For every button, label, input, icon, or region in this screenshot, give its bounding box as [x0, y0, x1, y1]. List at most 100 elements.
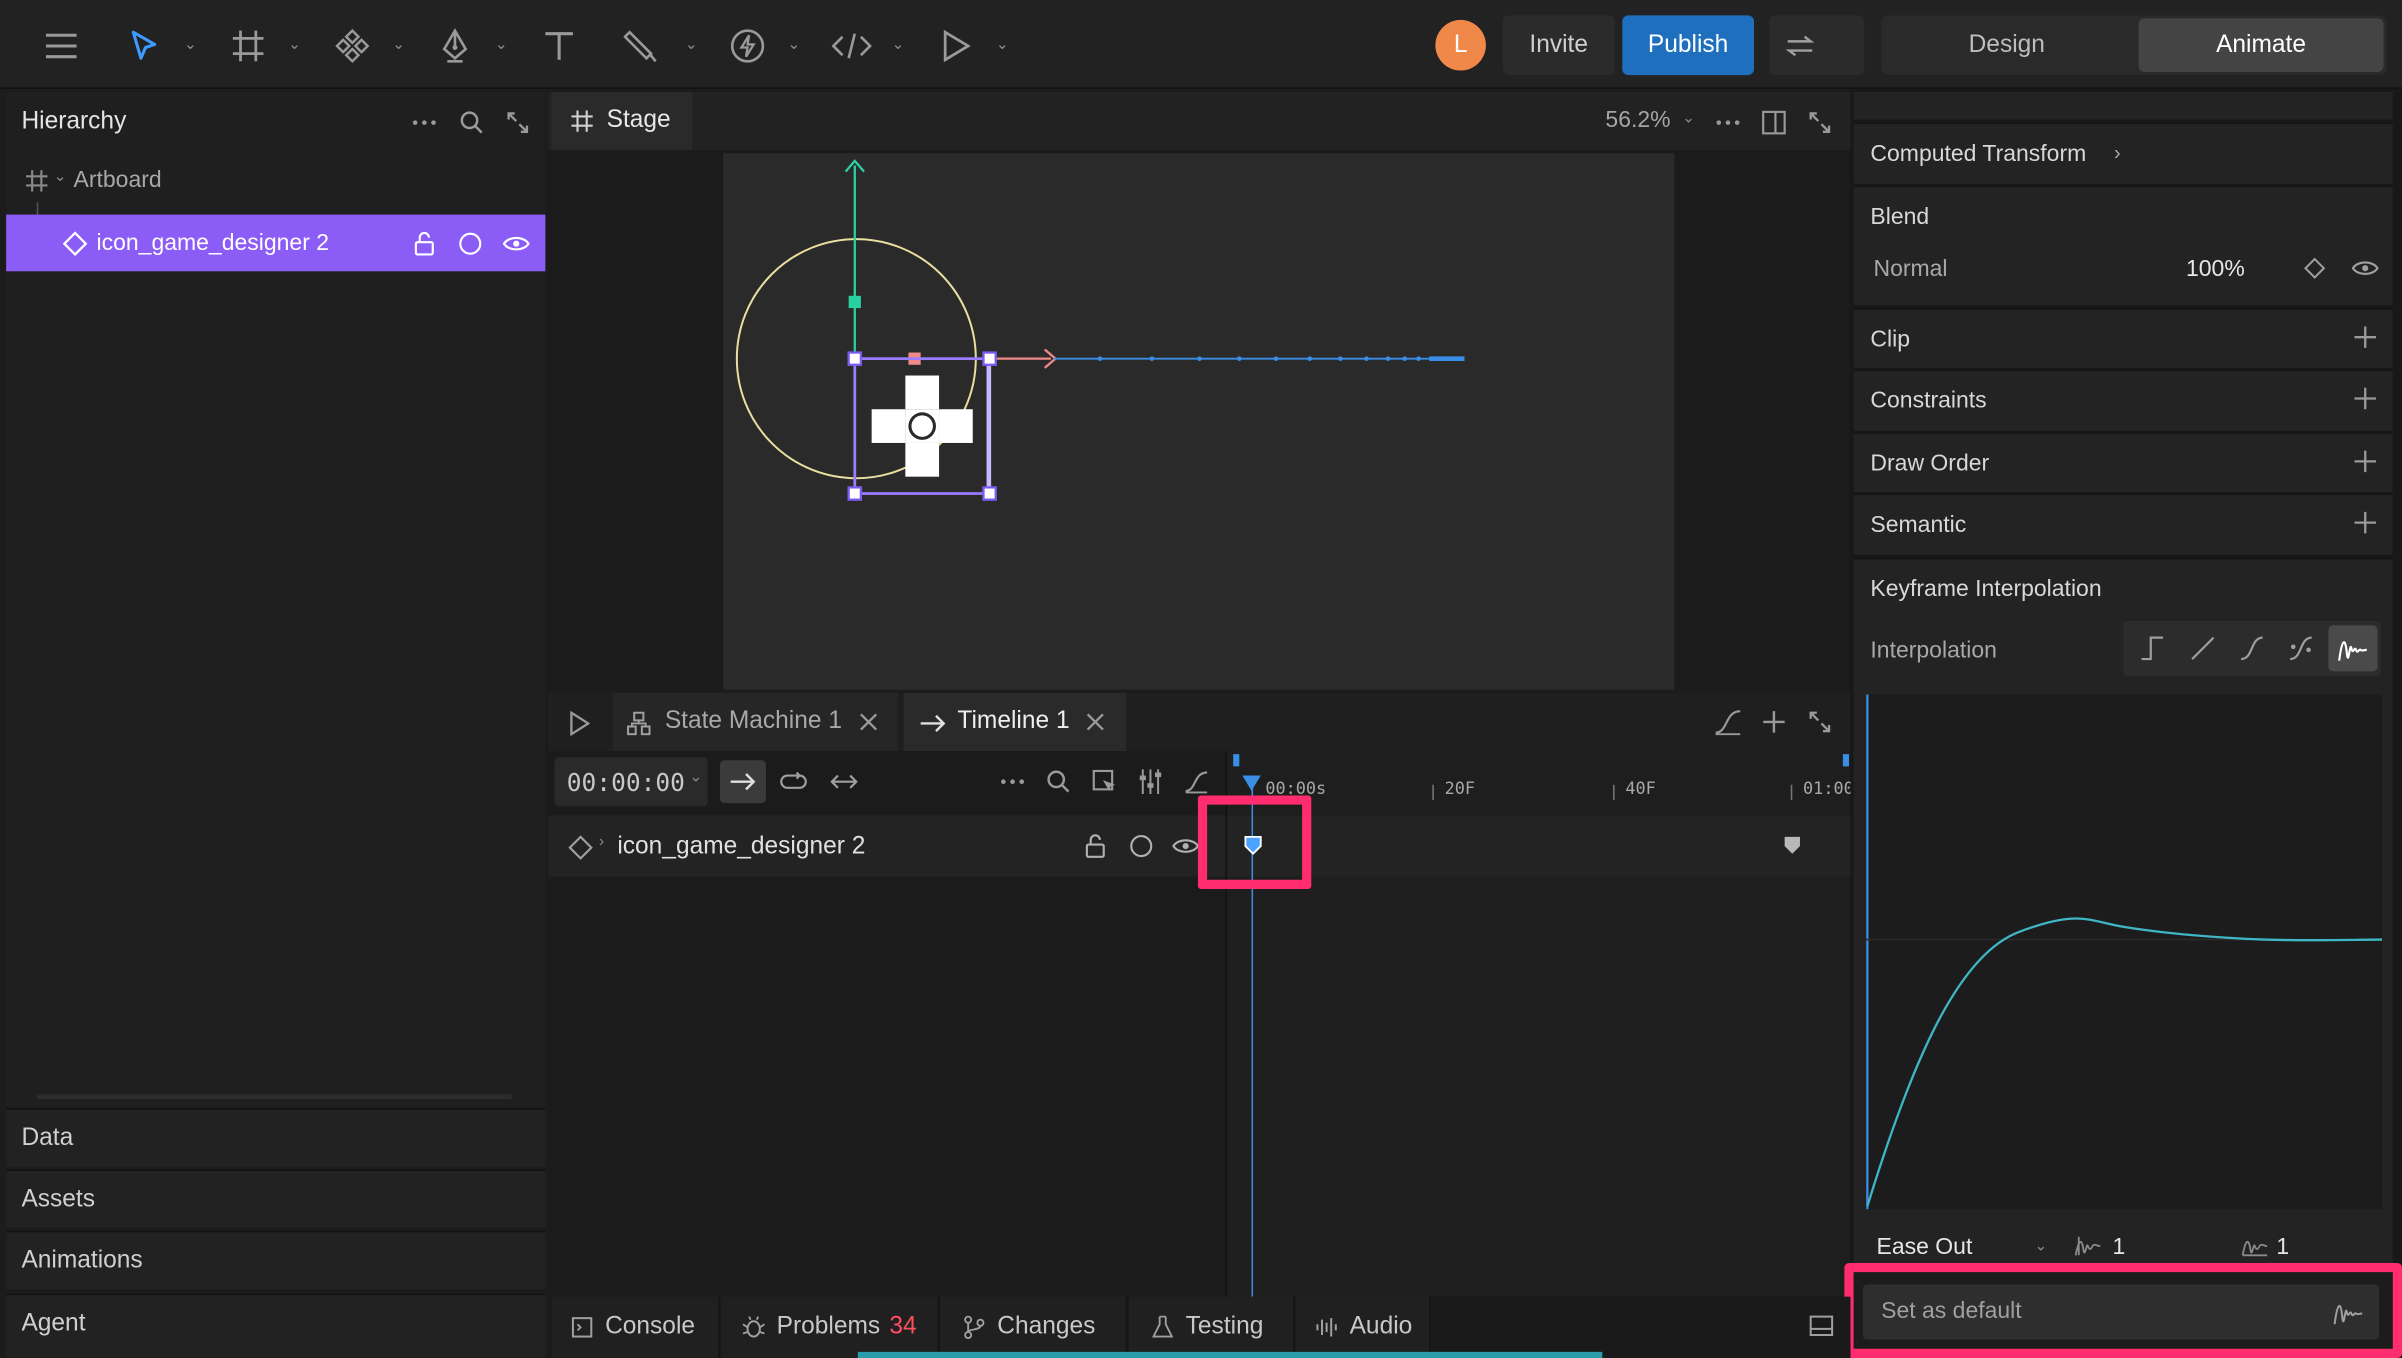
- assets-section[interactable]: Assets: [6, 1169, 546, 1228]
- stage-tab[interactable]: Stage: [551, 91, 693, 151]
- cubic-interpolation-icon[interactable]: [2235, 631, 2269, 665]
- more-icon[interactable]: [997, 766, 1028, 797]
- blend-mode[interactable]: Normal: [1873, 256, 1947, 282]
- close-icon[interactable]: [1082, 708, 1110, 736]
- set-as-default-button[interactable]: Set as default: [1862, 1284, 2380, 1340]
- add-icon[interactable]: [2353, 510, 2378, 535]
- play-once-button[interactable]: [719, 760, 766, 804]
- chevron-down-icon[interactable]: ⌄: [787, 37, 800, 54]
- event-tool-icon[interactable]: [728, 26, 768, 66]
- expand-panel-icon[interactable]: [502, 107, 533, 138]
- user-avatar[interactable]: L: [1435, 19, 1486, 71]
- split-view-icon[interactable]: [1759, 107, 1790, 138]
- blend-opacity[interactable]: 100%: [2186, 256, 2245, 282]
- play-icon[interactable]: [564, 708, 595, 739]
- chevron-down-icon[interactable]: ⌄: [996, 37, 1009, 54]
- lock-icon[interactable]: [1082, 832, 1110, 860]
- design-mode-button[interactable]: Design: [1881, 15, 2132, 75]
- solo-icon[interactable]: [1127, 832, 1155, 860]
- clip-section[interactable]: Clip: [1853, 308, 2393, 368]
- select-keys-icon[interactable]: [1089, 766, 1120, 797]
- chevron-down-icon[interactable]: ⌄: [288, 37, 301, 54]
- add-icon[interactable]: [1759, 707, 1790, 738]
- more-icon[interactable]: [1713, 107, 1744, 138]
- search-icon[interactable]: [457, 107, 488, 138]
- chevron-down-icon[interactable]: ⌄: [54, 169, 67, 186]
- hold-interpolation-icon[interactable]: [2135, 631, 2169, 665]
- audio-tab[interactable]: Audio: [1295, 1296, 1431, 1358]
- artboard-tool-icon[interactable]: [230, 28, 267, 65]
- tab-timeline[interactable]: Timeline 1: [903, 692, 1126, 752]
- panel-toggle-icon[interactable]: [1805, 1310, 1839, 1341]
- animations-section[interactable]: Animations: [6, 1230, 546, 1290]
- chevron-down-icon[interactable]: ⌄: [184, 37, 197, 54]
- constraints-section[interactable]: Constraints: [1853, 369, 2393, 431]
- eye-icon[interactable]: [501, 230, 532, 258]
- period-value[interactable]: 1: [2276, 1234, 2289, 1260]
- work-area-bar[interactable]: [1233, 754, 1852, 767]
- semantic-section[interactable]: Semantic: [1853, 493, 2393, 555]
- text-tool-icon[interactable]: [539, 26, 579, 66]
- lock-icon[interactable]: [411, 230, 439, 258]
- animate-mode-button[interactable]: Animate: [2138, 18, 2384, 73]
- agent-section[interactable]: Agent: [6, 1293, 546, 1358]
- testing-tab[interactable]: Testing: [1128, 1296, 1295, 1358]
- add-icon[interactable]: [2353, 449, 2378, 474]
- invite-button[interactable]: Invite: [1502, 15, 1615, 76]
- artboard-row[interactable]: ⌄ Artboard: [6, 159, 545, 202]
- chevron-down-icon[interactable]: ⌄: [685, 37, 698, 54]
- elastic-interpolation-button[interactable]: [2328, 625, 2378, 672]
- data-section[interactable]: Data: [6, 1108, 546, 1167]
- changes-tab[interactable]: Changes: [940, 1296, 1128, 1358]
- hierarchy-item-selected[interactable]: icon_game_designer 2: [6, 214, 546, 272]
- play-preview-icon[interactable]: [938, 26, 975, 66]
- custom-cubic-icon[interactable]: [2284, 631, 2318, 665]
- component-tool-icon[interactable]: [334, 28, 371, 65]
- zoom-level[interactable]: 56.2%: [1605, 107, 1670, 133]
- search-icon[interactable]: [1043, 766, 1074, 797]
- timeline-keys[interactable]: 00:00s 20F 40F 01:00: [1197, 751, 1853, 1297]
- interpolation-curve-graph[interactable]: [1865, 694, 2383, 1210]
- chevron-down-icon[interactable]: ⌄: [495, 37, 508, 54]
- computed-transform-section[interactable]: Computed Transform ›: [1853, 122, 2393, 184]
- add-icon[interactable]: [2353, 325, 2378, 350]
- keyframe-icon[interactable]: [1779, 831, 1807, 859]
- eye-icon[interactable]: [1170, 832, 1201, 860]
- console-tab[interactable]: Console: [551, 1296, 720, 1358]
- pen-tool-icon[interactable]: [437, 26, 474, 66]
- curve-editor-icon[interactable]: [1713, 707, 1744, 738]
- keyframe-diamond-icon[interactable]: [2301, 254, 2329, 282]
- swap-button[interactable]: [1769, 15, 1865, 76]
- chevron-down-icon[interactable]: ⌄: [892, 37, 905, 54]
- amplitude-value[interactable]: 1: [2112, 1234, 2125, 1260]
- chevron-down-icon[interactable]: ⌄: [2034, 1238, 2047, 1255]
- stage-canvas[interactable]: [548, 150, 1851, 690]
- select-tool-icon[interactable]: [126, 28, 163, 65]
- close-icon[interactable]: [855, 708, 883, 736]
- chevron-down-icon[interactable]: ⌄: [392, 37, 405, 54]
- chevron-down-icon[interactable]: ⌄: [1682, 110, 1695, 127]
- linear-interpolation-icon[interactable]: [2186, 631, 2220, 665]
- menu-icon[interactable]: [43, 28, 80, 65]
- time-field[interactable]: 00:00:00 ⌄: [554, 757, 708, 807]
- time-ruler[interactable]: 00:00s 20F 40F 01:00: [1227, 772, 1852, 803]
- ping-pong-icon[interactable]: [829, 766, 860, 797]
- solo-icon[interactable]: [457, 230, 485, 258]
- add-icon[interactable]: [2353, 386, 2378, 411]
- filter-keys-icon[interactable]: [1135, 766, 1166, 797]
- interpolation-icon[interactable]: [1181, 766, 1212, 797]
- brush-tool-icon[interactable]: [622, 26, 662, 66]
- draw-order-section[interactable]: Draw Order: [1853, 432, 2393, 493]
- expand-icon[interactable]: [1805, 107, 1836, 138]
- publish-button[interactable]: Publish: [1622, 15, 1755, 76]
- loop-icon[interactable]: [778, 766, 809, 797]
- more-icon[interactable]: [409, 107, 440, 138]
- scrollbar[interactable]: [36, 1094, 512, 1099]
- tab-state-machine[interactable]: State Machine 1: [612, 692, 898, 752]
- eye-icon[interactable]: [2348, 254, 2382, 282]
- chevron-right-icon[interactable]: ›: [599, 834, 604, 851]
- problems-tab[interactable]: Problems 34: [721, 1296, 940, 1358]
- timeline-row[interactable]: › icon_game_designer 2: [548, 815, 1226, 877]
- code-tool-icon[interactable]: [830, 26, 873, 66]
- expand-icon[interactable]: [1805, 707, 1836, 738]
